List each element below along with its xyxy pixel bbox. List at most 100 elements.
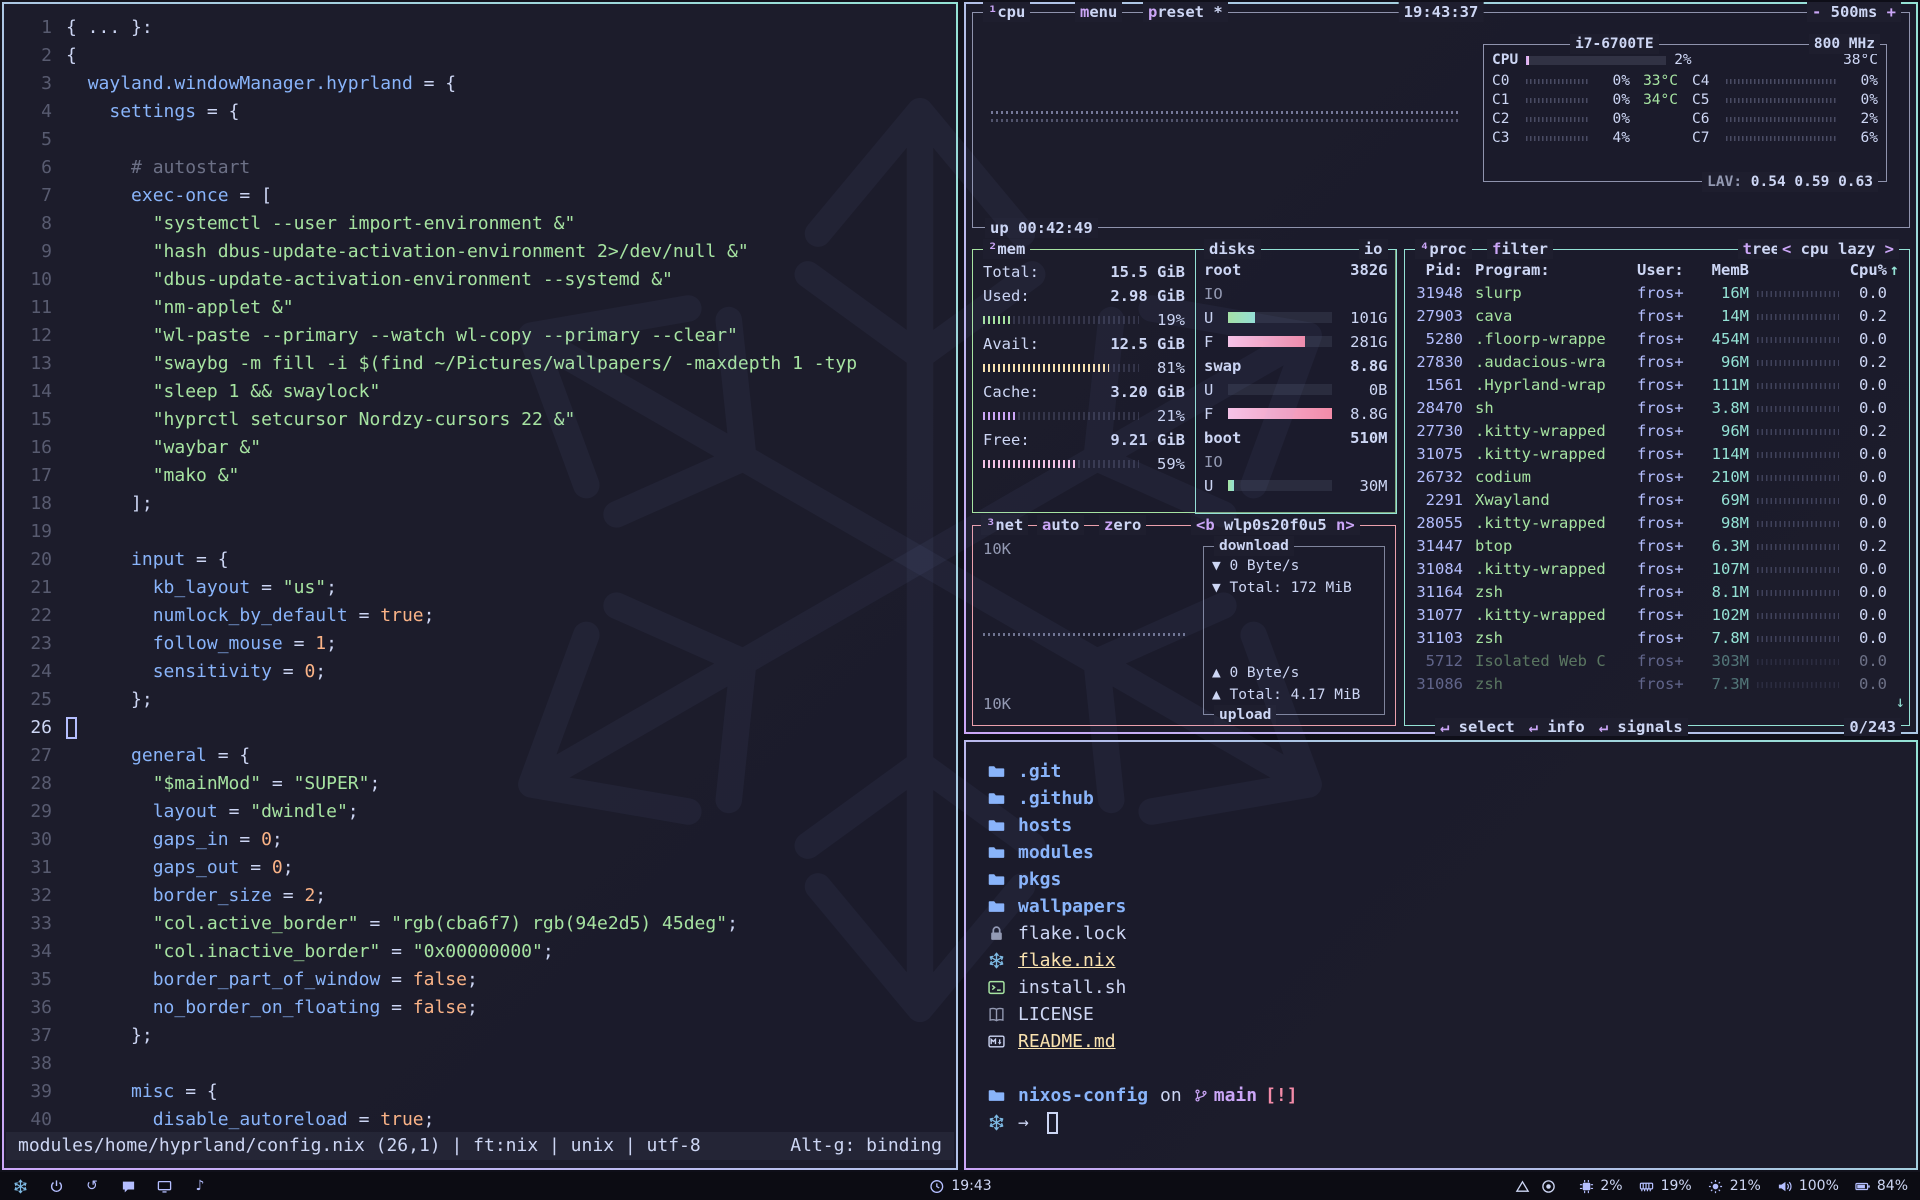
- editor-line[interactable]: 36 no_border_on_floating = false;: [10, 994, 952, 1022]
- display-icon[interactable]: [156, 1178, 172, 1194]
- net-auto-button[interactable]: auto: [1037, 515, 1084, 535]
- editor-line[interactable]: 16 "waybar &": [10, 434, 952, 462]
- editor-line[interactable]: 8 "systemctl --user import-environment &…: [10, 210, 952, 238]
- editor-line[interactable]: 9 "hash dbus-update-activation-environme…: [10, 238, 952, 266]
- power-icon[interactable]: [48, 1178, 64, 1194]
- editor-line[interactable]: 27 general = {: [10, 742, 952, 770]
- waybar-module[interactable]: 19%: [1639, 1178, 1692, 1194]
- process-row[interactable]: 31103zshfros+7.8M0.0: [1415, 627, 1899, 650]
- shell-input-line[interactable]: →: [986, 1109, 1896, 1136]
- nix-logo-icon[interactable]: [12, 1178, 28, 1194]
- editor-line[interactable]: 23 follow_mouse = 1;: [10, 630, 952, 658]
- editor-line[interactable]: 33 "col.active_border" = "rgb(cba6f7) rg…: [10, 910, 952, 938]
- chat-icon[interactable]: [120, 1178, 136, 1194]
- editor-line[interactable]: 35 border_part_of_window = false;: [10, 966, 952, 994]
- process-row[interactable]: 5712Isolated Web Cfros+303M0.0: [1415, 650, 1899, 673]
- editor-line[interactable]: 29 layout = "dwindle";: [10, 798, 952, 826]
- editor-line[interactable]: 26: [10, 714, 952, 742]
- editor-line[interactable]: 6 # autostart: [10, 154, 952, 182]
- editor-line[interactable]: 10 "dbus-update-activation-environment -…: [10, 266, 952, 294]
- col-user[interactable]: User:: [1637, 259, 1697, 282]
- process-row[interactable]: 31948slurpfros+16M0.0: [1415, 282, 1899, 305]
- file-item[interactable]: wallpapers: [986, 893, 1896, 920]
- process-row[interactable]: 28470shfros+3.8M0.0: [1415, 397, 1899, 420]
- waybar-module[interactable]: 100%: [1777, 1178, 1839, 1194]
- editor-line[interactable]: 14 "sleep 1 && swaylock": [10, 378, 952, 406]
- process-row[interactable]: 31447btopfros+6.3M0.2: [1415, 535, 1899, 558]
- process-row[interactable]: 31086zshfros+7.3M0.0: [1415, 673, 1899, 696]
- file-item[interactable]: README.md: [986, 1028, 1896, 1055]
- waybar-module[interactable]: 84%: [1855, 1178, 1908, 1194]
- editor-line[interactable]: 11 "nm-applet &": [10, 294, 952, 322]
- waybar-module[interactable]: 2%: [1578, 1178, 1622, 1194]
- col-memb[interactable]: MemB: [1697, 259, 1749, 282]
- disks-io-button[interactable]: io: [1359, 239, 1388, 259]
- menu-button[interactable]: menu: [1075, 2, 1122, 22]
- file-item[interactable]: flake.lock: [986, 920, 1896, 947]
- editor-line[interactable]: 2{: [10, 42, 952, 70]
- editor-line[interactable]: 38: [10, 1050, 952, 1078]
- process-row[interactable]: 27830.audacious-wrafros+96M0.2: [1415, 351, 1899, 374]
- process-row[interactable]: 31164zshfros+8.1M0.0: [1415, 581, 1899, 604]
- file-item[interactable]: LICENSE: [986, 1001, 1896, 1028]
- proc-sort-selector[interactable]: < cpu lazy >: [1777, 239, 1899, 259]
- music-icon[interactable]: ♪: [192, 1178, 208, 1194]
- editor-line[interactable]: 4 settings = {: [10, 98, 952, 126]
- triangle-icon[interactable]: [1514, 1178, 1530, 1194]
- preset-button[interactable]: preset *: [1143, 2, 1228, 22]
- proc-footer-button[interactable]: ↵ signals: [1599, 718, 1683, 736]
- disks-title[interactable]: disks: [1204, 239, 1261, 259]
- editor-line[interactable]: 24 sensitivity = 0;: [10, 658, 952, 686]
- waybar-clock-module[interactable]: 19:43: [928, 1178, 991, 1194]
- editor-line[interactable]: 18 ];: [10, 490, 952, 518]
- editor-line[interactable]: 30 gaps_in = 0;: [10, 826, 952, 854]
- scroll-down-icon[interactable]: ↓: [1896, 693, 1905, 711]
- process-row[interactable]: 31075.kitty-wrappedfros+114M0.0: [1415, 443, 1899, 466]
- editor-line[interactable]: 40 disable_autoreload = true;: [10, 1106, 952, 1134]
- cpu-box-title[interactable]: ¹cpu: [983, 2, 1030, 22]
- process-row[interactable]: 2291Xwaylandfros+69M0.0: [1415, 489, 1899, 512]
- mem-box-title[interactable]: ²mem: [983, 239, 1030, 259]
- editor-line[interactable]: 5: [10, 126, 952, 154]
- editor-line[interactable]: 17 "mako &": [10, 462, 952, 490]
- file-item[interactable]: hosts: [986, 812, 1896, 839]
- process-row[interactable]: 27903cavafros+14M0.2: [1415, 305, 1899, 328]
- process-row[interactable]: 5280.floorp-wrappefros+454M0.0: [1415, 328, 1899, 351]
- editor-line[interactable]: 39 misc = {: [10, 1078, 952, 1106]
- col-program[interactable]: Program:: [1469, 259, 1637, 282]
- editor-line[interactable]: 25 };: [10, 686, 952, 714]
- editor-line[interactable]: 37 };: [10, 1022, 952, 1050]
- update-interval-control[interactable]: - 500ms +: [1807, 2, 1901, 22]
- editor-line[interactable]: 20 input = {: [10, 546, 952, 574]
- editor-line[interactable]: 1{ ... }:: [10, 14, 952, 42]
- process-row[interactable]: 31084.kitty-wrappedfros+107M0.0: [1415, 558, 1899, 581]
- editor-line[interactable]: 7 exec-once = [: [10, 182, 952, 210]
- editor-line[interactable]: 32 border_size = 2;: [10, 882, 952, 910]
- file-item[interactable]: .github: [986, 785, 1896, 812]
- process-row[interactable]: 26732codiumfros+210M0.0: [1415, 466, 1899, 489]
- process-row[interactable]: 31077.kitty-wrappedfros+102M0.0: [1415, 604, 1899, 627]
- editor-line[interactable]: 34 "col.inactive_border" = "0x00000000";: [10, 938, 952, 966]
- editor-line[interactable]: 15 "hyprctl setcursor Nordzy-cursors 22 …: [10, 406, 952, 434]
- scroll-up-icon[interactable]: ↑: [1887, 259, 1899, 282]
- file-item[interactable]: flake.nix: [986, 947, 1896, 974]
- process-row[interactable]: 1561.Hyprland-wrapfros+111M0.0: [1415, 374, 1899, 397]
- file-item[interactable]: pkgs: [986, 866, 1896, 893]
- proc-footer-button[interactable]: ↵ info: [1529, 718, 1585, 736]
- refresh-icon[interactable]: ↺: [84, 1178, 100, 1194]
- file-item[interactable]: install.sh: [986, 974, 1896, 1001]
- record-icon[interactable]: [1540, 1178, 1556, 1194]
- col-cpu[interactable]: Cpu%: [1847, 259, 1887, 282]
- process-row[interactable]: 27730.kitty-wrappedfros+96M0.2: [1415, 420, 1899, 443]
- proc-box-title[interactable]: ⁴proc: [1415, 239, 1472, 259]
- net-zero-button[interactable]: zero: [1099, 515, 1146, 535]
- editor-line[interactable]: 22 numlock_by_default = true;: [10, 602, 952, 630]
- col-pid[interactable]: Pid:: [1415, 259, 1469, 282]
- editor-window[interactable]: 1{ ... }:2{3 wayland.windowManager.hyprl…: [2, 2, 958, 1170]
- net-box-title[interactable]: ³net: [981, 515, 1028, 535]
- process-row[interactable]: 28055.kitty-wrappedfros+98M0.0: [1415, 512, 1899, 535]
- editor-line[interactable]: 13 "swaybg -m fill -i $(find ~/Pictures/…: [10, 350, 952, 378]
- editor-line[interactable]: 12 "wl-paste --primary --watch wl-copy -…: [10, 322, 952, 350]
- proc-filter-button[interactable]: filter: [1487, 239, 1553, 259]
- btop-window[interactable]: ¹cpu menu preset * 19:43:37 - 500ms + i7…: [964, 2, 1918, 734]
